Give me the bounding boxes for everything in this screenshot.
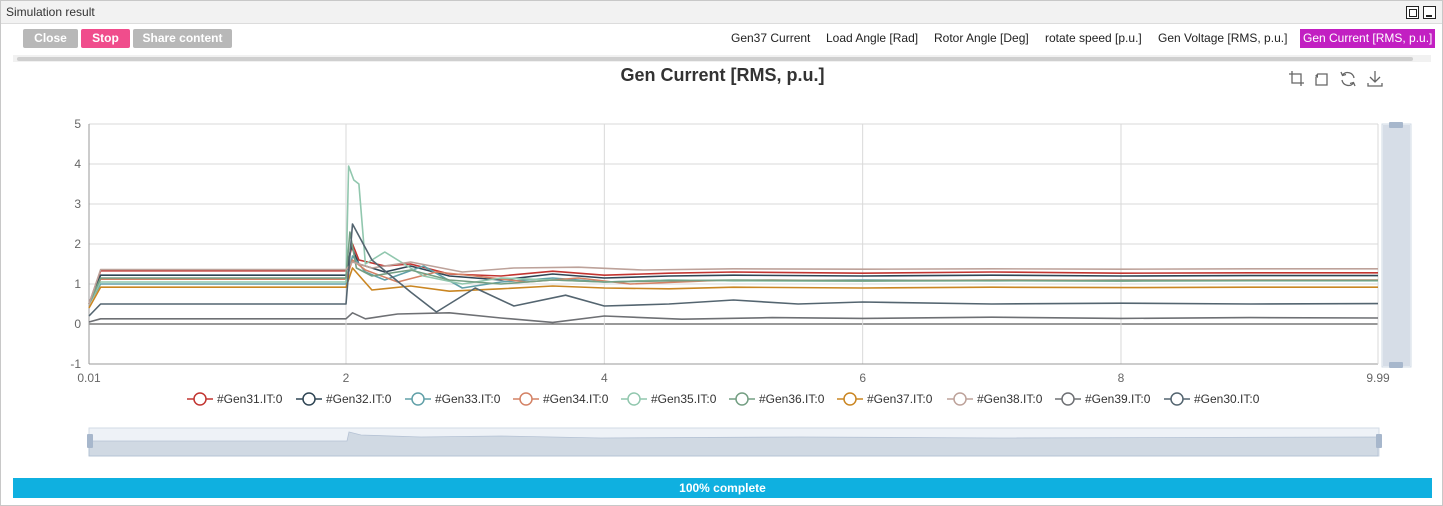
y-tick-label: 2 [74, 237, 81, 251]
y-tick-label: 3 [74, 197, 81, 211]
legend-label: #Gen35.IT:0 [651, 392, 717, 406]
vertical-datazoom-handle-bottom [1389, 362, 1403, 368]
legend-symbol-icon [405, 392, 431, 406]
horizontal-datazoom-handle-right [1376, 434, 1382, 448]
vertical-datazoom-window [1383, 125, 1410, 366]
legend-symbol-icon [729, 392, 755, 406]
x-tick-label: 4 [601, 371, 608, 385]
y-tick-label: 5 [74, 117, 81, 131]
horizontal-datazoom [87, 427, 1382, 457]
series-line-8 [88, 261, 1378, 305]
legend-symbol-icon [187, 392, 213, 406]
horizontal-datazoom-handle-left [87, 434, 93, 448]
legend-label: #Gen33.IT:0 [435, 392, 501, 406]
legend-label: #Gen34.IT:0 [543, 392, 609, 406]
y-tick-label: -1 [70, 357, 81, 371]
legend-symbol-icon [1164, 392, 1190, 406]
x-tick-label: 6 [859, 371, 866, 385]
legend-label: #Gen37.IT:0 [867, 392, 933, 406]
legend-symbol-icon [513, 392, 539, 406]
legend-label: #Gen32.IT:0 [326, 392, 392, 406]
progress-label: 100% complete [679, 481, 766, 495]
series-line-2 [88, 245, 1378, 305]
legend-label: #Gen31.IT:0 [217, 392, 283, 406]
legend-symbol-icon [837, 392, 863, 406]
legend-symbol-icon [621, 392, 647, 406]
chart-grid [88, 123, 1379, 365]
vertical-datazoom-handle-top [1389, 122, 1403, 128]
legend-symbol-icon [296, 392, 322, 406]
x-tick-label: 8 [1118, 371, 1125, 385]
x-tick-label: 0.01 [77, 371, 101, 385]
chart-axes: -1 0 1 2 3 4 5 0.01 2 4 6 8 9.99 [70, 117, 1390, 385]
legend-symbol-icon [1055, 392, 1081, 406]
y-tick-label: 0 [74, 317, 81, 331]
legend-label: #Gen39.IT:0 [1085, 392, 1151, 406]
vertical-datazoom [1381, 122, 1412, 368]
legend-label: #Gen30.IT:0 [1194, 392, 1260, 406]
legend-symbol-icon [947, 392, 973, 406]
simulation-result-window: Simulation result Close Stop Share conte… [0, 0, 1443, 506]
series-line-9 [88, 312, 1379, 324]
x-tick-label: 2 [343, 371, 350, 385]
legend-label: #Gen38.IT:0 [977, 392, 1043, 406]
progress-bar: 100% complete [13, 478, 1432, 498]
y-tick-label: 1 [74, 277, 81, 291]
y-tick-label: 4 [74, 157, 81, 171]
x-tick-label: 9.99 [1366, 371, 1390, 385]
series-line-7 [88, 267, 1378, 309]
series-line-6 [88, 231, 1378, 305]
legend-label: #Gen36.IT:0 [759, 392, 825, 406]
series-line-1 [88, 243, 1378, 305]
